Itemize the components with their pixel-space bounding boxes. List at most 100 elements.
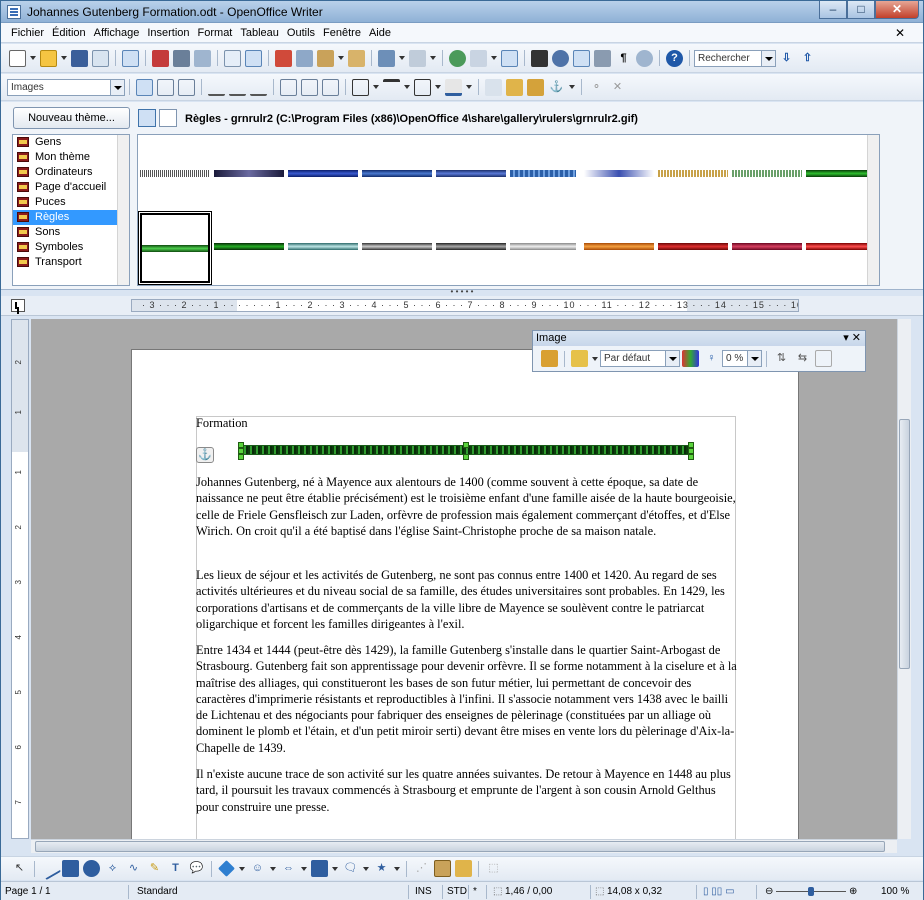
find-replace-icon[interactable]	[531, 49, 548, 67]
optimal-wrap-icon[interactable]	[178, 78, 195, 96]
theme-item[interactable]: Sons	[13, 225, 129, 240]
insert-mode[interactable]: INS	[411, 885, 443, 899]
cut-icon[interactable]	[275, 49, 292, 67]
multi-page-view-icon[interactable]: ▯▯	[711, 886, 722, 897]
freeform-icon[interactable]: ✎	[146, 860, 163, 877]
edit-mode-icon[interactable]	[122, 49, 139, 67]
polygon-icon[interactable]: ⟡	[104, 860, 121, 877]
align-center-icon[interactable]	[229, 79, 246, 96]
gallery-icon[interactable]	[573, 49, 590, 67]
minimize-button[interactable]: –	[819, 1, 847, 19]
resize-handle[interactable]	[238, 454, 244, 460]
select-arrow-icon[interactable]: ↖	[11, 860, 28, 877]
curve-icon[interactable]: ∿	[125, 860, 142, 877]
gallery-thumb[interactable]	[362, 170, 432, 177]
new-document-icon[interactable]	[9, 49, 26, 67]
zoom-slider[interactable]: ⊖ ⊕	[761, 885, 877, 899]
theme-item[interactable]: Gens	[13, 135, 129, 150]
zoom-slider-thumb[interactable]	[808, 886, 815, 896]
effects-icon[interactable]	[571, 350, 588, 367]
image-filter-icon[interactable]	[541, 350, 558, 367]
menu-insertion[interactable]: Insertion	[147, 27, 189, 39]
data-sources-icon[interactable]	[594, 49, 611, 67]
close-window-button[interactable]: ✕	[875, 1, 919, 19]
resize-handle[interactable]	[688, 454, 694, 460]
menu-outils[interactable]: Outils	[287, 27, 315, 39]
ellipse-icon[interactable]	[83, 860, 100, 877]
horizontal-scrollbar[interactable]	[31, 839, 897, 853]
menu-fichier[interactable]: Fichier	[11, 27, 44, 39]
gallery-thumb[interactable]	[214, 170, 284, 177]
resize-handle[interactable]	[463, 442, 469, 448]
menu-affichage[interactable]: Affichage	[94, 27, 140, 39]
anchor-change-icon[interactable]: ⚓	[548, 79, 565, 96]
redo-icon[interactable]	[409, 49, 426, 67]
gallery-thumb[interactable]	[658, 243, 728, 250]
paste-icon[interactable]	[317, 49, 334, 67]
autospellcheck-icon[interactable]	[245, 49, 262, 67]
anchor-page-icon[interactable]	[280, 78, 297, 96]
basic-shapes-icon[interactable]	[218, 860, 235, 877]
theme-item[interactable]: Transport	[13, 255, 129, 270]
page-count[interactable]: Page 1 / 1	[1, 885, 129, 899]
document-page[interactable]: Formation ⚓ Johannes Gutenberg, né à May…	[131, 349, 799, 839]
align-right-icon[interactable]	[250, 79, 267, 96]
hyperlink-icon[interactable]	[449, 49, 466, 67]
page-style[interactable]: Standard	[133, 885, 409, 899]
from-file-icon[interactable]	[434, 860, 451, 877]
gallery-splitter-handle[interactable]: • • • • •	[437, 288, 487, 296]
symbol-shapes-icon[interactable]: ☺	[249, 860, 266, 877]
help-icon[interactable]: ?	[666, 49, 683, 67]
document-modified[interactable]: *	[469, 885, 487, 899]
align-left-icon[interactable]	[208, 79, 225, 96]
vertical-scroll-thumb[interactable]	[899, 419, 910, 669]
gallery-thumb[interactable]	[140, 170, 210, 177]
theme-item-selected[interactable]: Règles	[13, 210, 129, 225]
paragraph-style-select[interactable]: Images	[7, 78, 125, 96]
menu-fenetre[interactable]: Fenêtre	[323, 27, 361, 39]
page-wrap-icon[interactable]	[157, 78, 174, 96]
maximize-button[interactable]: □	[847, 1, 875, 19]
frame-properties-icon[interactable]	[485, 78, 502, 96]
search-input[interactable]: Rechercher	[694, 49, 776, 67]
horizontal-scroll-thumb[interactable]	[35, 841, 885, 852]
gallery-thumb[interactable]	[510, 170, 576, 177]
zoom-in-icon[interactable]: ⊕	[849, 886, 857, 897]
new-theme-button[interactable]: Nouveau thème...	[13, 107, 130, 129]
flowchart-icon[interactable]	[311, 860, 328, 877]
gallery-thumb[interactable]	[658, 170, 728, 177]
line-style-icon[interactable]	[383, 78, 400, 96]
heading-formation[interactable]: Formation	[196, 415, 741, 431]
export-pdf-icon[interactable]	[152, 49, 169, 67]
style-dropdown-arrow[interactable]	[110, 79, 124, 95]
clone-format-icon[interactable]	[348, 49, 365, 67]
spellcheck-icon[interactable]	[224, 49, 241, 67]
show-draw-functions-icon[interactable]	[501, 49, 518, 67]
gallery-thumb[interactable]	[288, 170, 358, 177]
view-layout-buttons[interactable]: ▯ ▯▯ ▭	[699, 885, 757, 899]
transparency-spinbox[interactable]: 0 %	[722, 350, 762, 367]
copy-icon[interactable]	[296, 49, 313, 67]
paragraph-3[interactable]: Entre 1434 et 1444 (peut-être dès 1429),…	[196, 642, 741, 756]
gallery-thumb[interactable]	[288, 243, 358, 250]
block-arrows-icon[interactable]: ⇔	[280, 860, 297, 877]
anchor-character-icon[interactable]	[322, 78, 339, 96]
vertical-ruler[interactable]: 2 1 1 2 3 4 5 6 7	[11, 319, 29, 839]
menu-aide[interactable]: Aide	[369, 27, 391, 39]
stars-icon[interactable]: ★	[373, 860, 390, 877]
book-view-icon[interactable]: ▭	[725, 886, 734, 897]
gallery-thumb[interactable]	[732, 243, 802, 250]
wrap-off-icon[interactable]	[136, 78, 153, 96]
transparency-spin-arrow[interactable]	[747, 351, 761, 366]
theme-item[interactable]: Mon thème	[13, 150, 129, 165]
gallery-thumb[interactable]	[436, 243, 506, 250]
callouts-icon[interactable]: 🗨	[342, 860, 359, 877]
find-previous-icon[interactable]: ⇧	[799, 50, 816, 67]
gallery-thumb[interactable]	[510, 243, 576, 250]
zoom-icon[interactable]	[636, 49, 653, 67]
save-icon[interactable]	[71, 49, 88, 67]
paragraph-2[interactable]: Les lieux de séjour et les activités de …	[196, 567, 741, 632]
text-icon[interactable]: T	[167, 860, 184, 877]
rectangle-icon[interactable]	[62, 860, 79, 877]
selection-mode[interactable]: STD	[443, 885, 469, 899]
